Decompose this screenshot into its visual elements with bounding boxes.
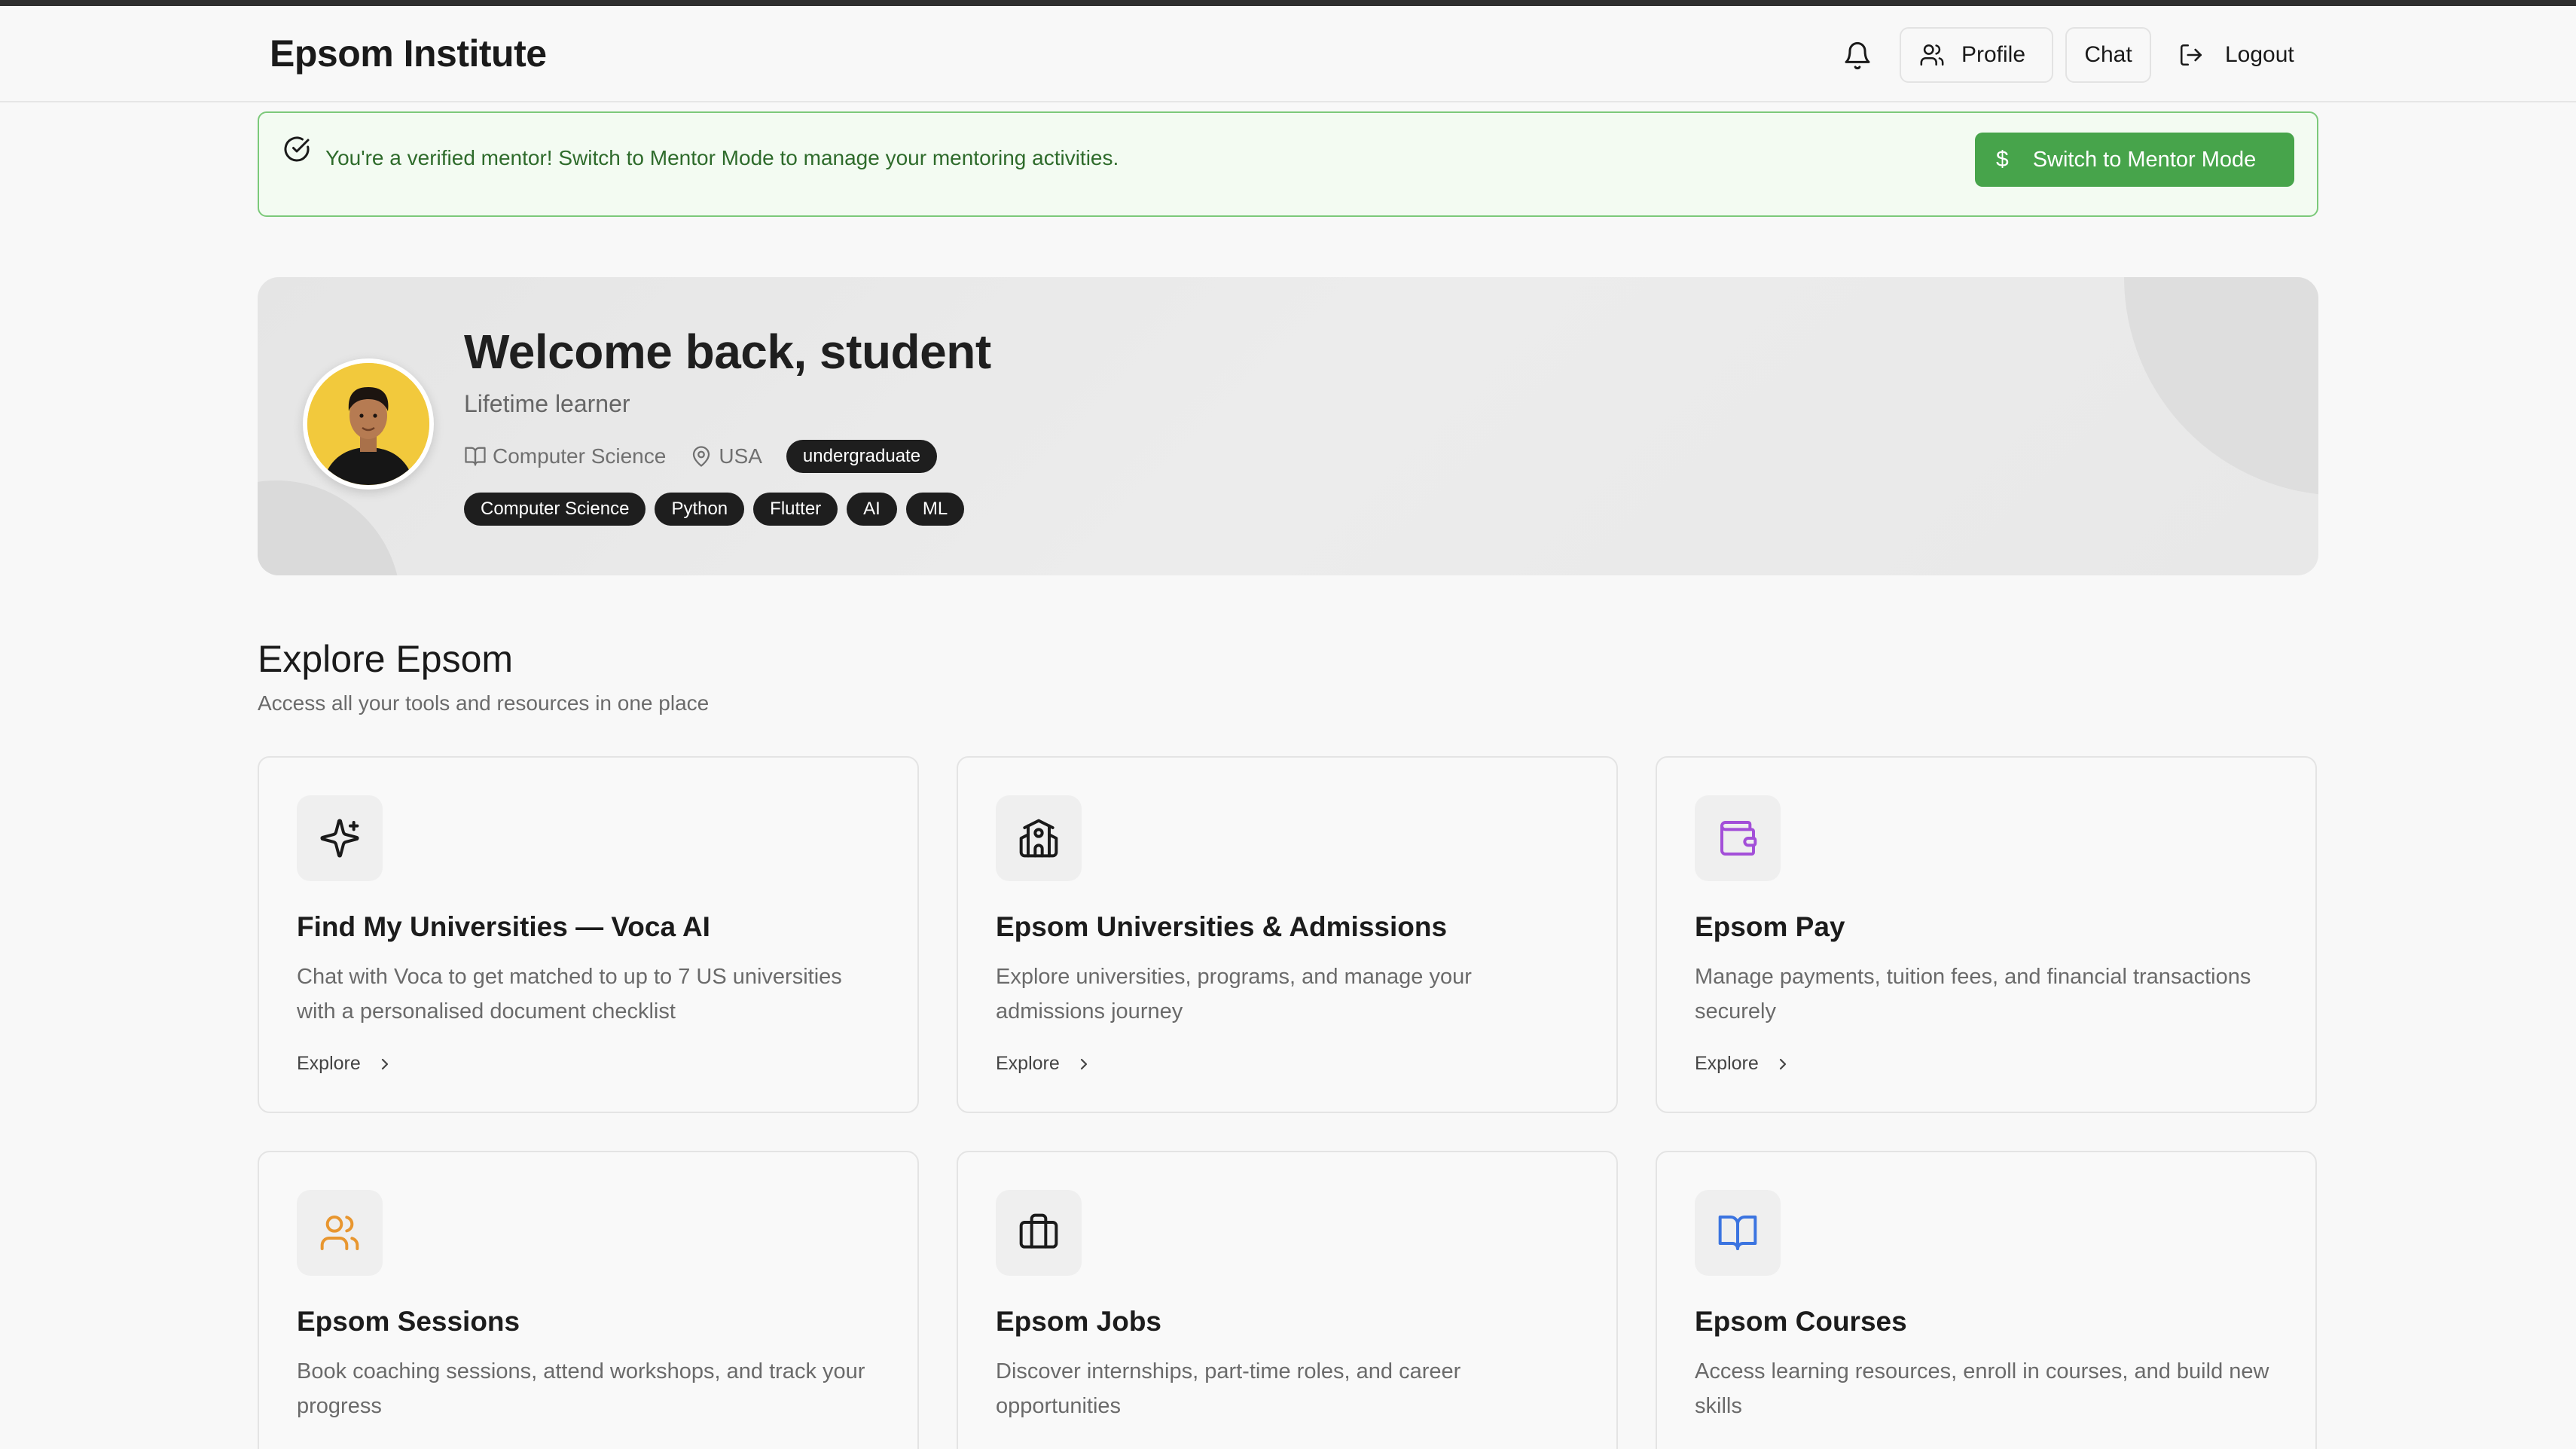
field-label: Computer Science bbox=[493, 444, 667, 468]
chat-label: Chat bbox=[2084, 42, 2132, 67]
card-find-my-universities[interactable]: Find My Universities — Voca AI Chat with… bbox=[258, 756, 919, 1113]
brand-title[interactable]: Epsom Institute bbox=[270, 32, 547, 75]
decorative-circle bbox=[2124, 277, 2318, 496]
tag: AI bbox=[847, 493, 897, 526]
mentor-message: You're a verified mentor! Switch to Ment… bbox=[325, 146, 1119, 169]
map-pin-icon bbox=[693, 446, 710, 467]
field-of-study: Computer Science bbox=[464, 444, 666, 468]
chevron-right-icon bbox=[381, 1058, 388, 1069]
card-title: Find My Universities — Voca AI bbox=[297, 911, 710, 942]
card-description: Explore universities, programs, and mana… bbox=[996, 965, 1472, 1023]
explore-link[interactable]: Explore bbox=[1695, 1053, 1792, 1075]
explore-label: Explore bbox=[1695, 1053, 1759, 1074]
explore-link[interactable]: Explore bbox=[996, 1053, 1093, 1075]
check-circle-icon bbox=[284, 136, 310, 162]
card-description: Book coaching sessions, attend workshops… bbox=[297, 1359, 865, 1418]
avatar[interactable] bbox=[303, 358, 434, 490]
card-title: Epsom Sessions bbox=[297, 1306, 520, 1337]
card-epsom-jobs[interactable]: Epsom Jobs Discover internships, part-ti… bbox=[957, 1151, 1618, 1449]
switch-mentor-mode-button[interactable]: $ Switch to Mentor Mode bbox=[1975, 133, 2294, 187]
logout-button[interactable]: Logout bbox=[2178, 27, 2294, 83]
book-open-icon bbox=[1695, 1190, 1781, 1276]
location-label: USA bbox=[719, 444, 762, 468]
briefcase-icon bbox=[996, 1190, 1082, 1276]
chat-button[interactable]: Chat bbox=[2065, 27, 2151, 83]
card-title: Epsom Courses bbox=[1695, 1306, 1907, 1337]
section-subtitle: Access all your tools and resources in o… bbox=[258, 691, 710, 715]
card-title: Epsom Universities & Admissions bbox=[996, 911, 1448, 942]
card-description: Manage payments, tuition fees, and finan… bbox=[1695, 965, 2251, 1023]
bell-icon[interactable] bbox=[1842, 41, 1872, 71]
welcome-hero: Welcome back, student Lifetime learner C… bbox=[258, 277, 2318, 575]
chevron-right-icon bbox=[1779, 1058, 1786, 1069]
card-description: Discover internships, part-time roles, a… bbox=[996, 1359, 1461, 1418]
users-icon bbox=[297, 1190, 383, 1276]
explore-link[interactable]: Explore bbox=[297, 1053, 394, 1075]
wallet-icon bbox=[1695, 795, 1781, 881]
tag: Python bbox=[655, 493, 745, 526]
interest-tags: Computer Science Python Flutter AI ML bbox=[464, 493, 973, 526]
app-header: Epsom Institute Profile Chat Logout bbox=[0, 6, 2576, 102]
profile-label: Profile bbox=[1961, 42, 2026, 67]
logout-icon bbox=[2180, 44, 2202, 66]
location: USA bbox=[690, 444, 762, 468]
decorative-circle bbox=[258, 480, 401, 575]
card-description: Access learning resources, enroll in cou… bbox=[1695, 1359, 2269, 1418]
welcome-subtitle: Lifetime learner bbox=[464, 390, 630, 417]
card-title: Epsom Jobs bbox=[996, 1306, 1161, 1337]
section-title: Explore Epsom bbox=[258, 638, 514, 680]
explore-label: Explore bbox=[996, 1053, 1060, 1074]
chevron-right-icon bbox=[1080, 1058, 1087, 1069]
top-stripe bbox=[0, 0, 2576, 6]
card-description: Chat with Voca to get matched to up to 7… bbox=[297, 965, 842, 1023]
sparkles-icon bbox=[297, 795, 383, 881]
tag: Computer Science bbox=[464, 493, 646, 526]
explore-label: Explore bbox=[297, 1053, 361, 1074]
logout-label: Logout bbox=[2225, 42, 2294, 67]
user-icon bbox=[1920, 44, 1944, 66]
mentor-banner: You're a verified mentor! Switch to Ment… bbox=[258, 111, 2318, 217]
profile-meta: Computer Science USA undergraduate bbox=[464, 440, 938, 473]
school-icon bbox=[996, 795, 1082, 881]
card-title: Epsom Pay bbox=[1695, 911, 1845, 942]
book-open-icon bbox=[465, 447, 486, 466]
card-epsom-courses[interactable]: Epsom Courses Access learning resources,… bbox=[1656, 1151, 2317, 1449]
tag: Flutter bbox=[753, 493, 838, 526]
profile-button[interactable]: Profile bbox=[1900, 27, 2053, 83]
level-badge: undergraduate bbox=[786, 440, 938, 473]
welcome-title: Welcome back, student bbox=[464, 325, 991, 379]
dollar-icon: $ bbox=[1996, 147, 2009, 172]
card-epsom-pay[interactable]: Epsom Pay Manage payments, tuition fees,… bbox=[1656, 756, 2317, 1113]
tag: ML bbox=[905, 493, 965, 526]
switch-mentor-mode-label: Switch to Mentor Mode bbox=[2032, 147, 2257, 172]
card-epsom-sessions[interactable]: Epsom Sessions Book coaching sessions, a… bbox=[258, 1151, 919, 1449]
card-universities-admissions[interactable]: Epsom Universities & Admissions Explore … bbox=[957, 756, 1618, 1113]
